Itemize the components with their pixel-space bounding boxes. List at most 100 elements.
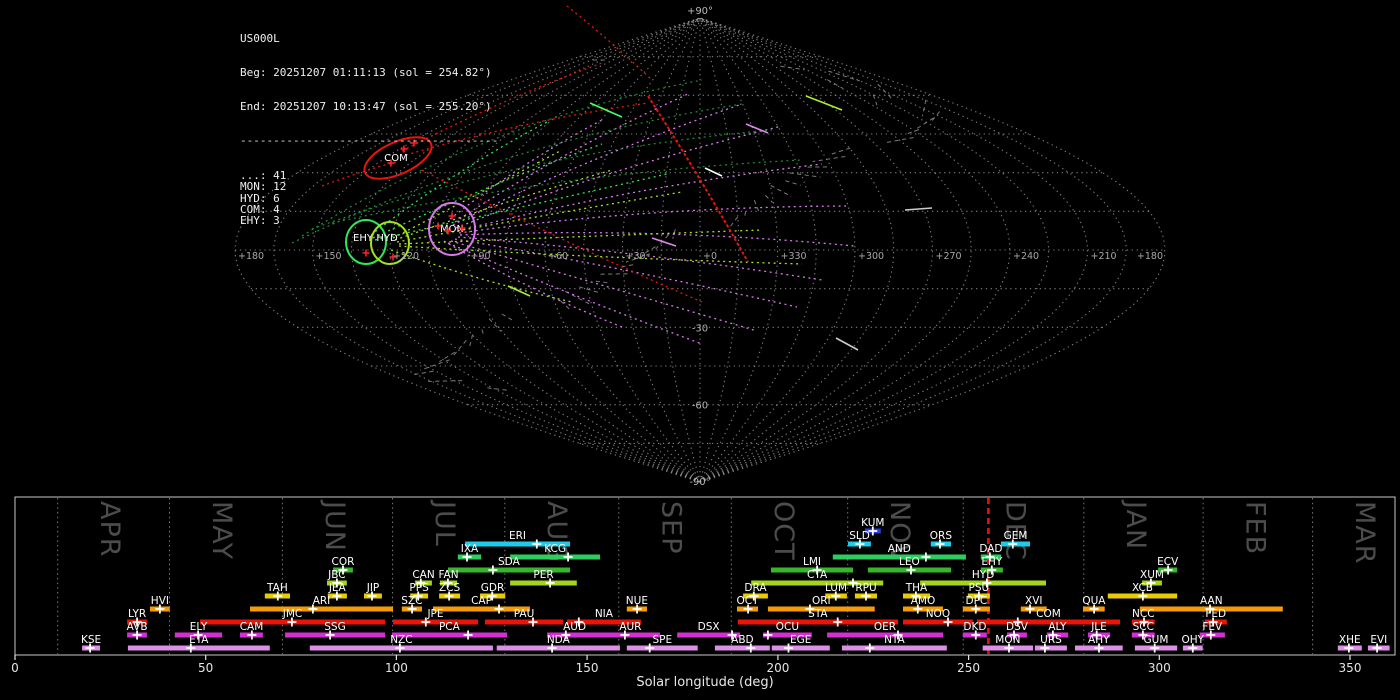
month-label: APR (94, 501, 125, 558)
shower-activity-bar-SZC: SZC (401, 595, 423, 614)
shower-code-label: ORI (812, 595, 831, 607)
equator-longitude-label: +270 (936, 251, 962, 262)
shower-meteor-trail (647, 95, 749, 263)
x-axis-tick-label: 200 (766, 661, 789, 675)
month-label: OCT (768, 501, 799, 561)
shower-code-label: SPE (652, 634, 672, 646)
x-axis-tick-label: 350 (1339, 661, 1362, 675)
shower-code-label: NOO (926, 608, 950, 620)
shower-code-label: COM (1036, 608, 1061, 620)
shower-activity-bar-JEA: JEA (327, 582, 347, 601)
end-time-line: End: 20251207 10:13:47 (sol = 255.20°) (240, 100, 492, 114)
sporadic-meteor-trail (765, 195, 773, 203)
graticule-meridian (699, 17, 895, 483)
sporadic-meteor-trail (785, 180, 801, 186)
graticule-meridian (699, 17, 1127, 483)
shower-count-list: ...: 41 MON: 12 HYD: 6 COM: 4 EHY: 3 (240, 169, 498, 226)
shower-activity-bar-DPC: DPC (962, 595, 990, 614)
equator-longitude-label: +120 (393, 251, 419, 262)
shower-activity-bar-ZCS: ZCS (439, 582, 461, 601)
shower-code-label: AND (888, 543, 911, 555)
shower-activity-bar-AVB: AVB (127, 621, 148, 640)
sporadic-meteor-trail (501, 313, 513, 321)
shower-code-label: NIA (595, 608, 614, 620)
shower-code-label: NTA (884, 634, 905, 646)
equator-longitude-label: +0 (703, 251, 717, 262)
sporadic-meteor-trail (743, 211, 747, 219)
shower-peak-cross (921, 552, 931, 562)
radiant-map-and-activity-plot: COMMONEHY HYD+180 +150 +120 +90 +60 +30 +0 +330 +… (11, 5, 1396, 690)
x-axis-tick-label: 50 (198, 661, 213, 675)
equator-longitude-label: +180 (238, 251, 264, 262)
sporadic-meteor-trail (727, 216, 739, 230)
sporadic-meteor-trail (595, 280, 609, 284)
equator-longitude-label: +210 (1091, 251, 1117, 262)
station-id: US000L (240, 31, 280, 45)
detected-meteor-segment (651, 237, 677, 247)
shower-code-label: LEO (899, 556, 920, 568)
sporadic-meteor-trail (789, 172, 821, 178)
activity-timeline-chart: APR MAY JUN JUL AUG SEP OCT NOV DEC JAN FEB MARKUME… (11, 496, 1396, 690)
latitude-label: -30 (692, 323, 708, 334)
shower-activity-bar-HVI: HVI (150, 595, 170, 614)
shower-activity-bar-SLD: SLD (848, 530, 871, 549)
shower-activity-bar-XCB: XCB (1107, 582, 1178, 601)
shower-peak-cross (488, 565, 498, 575)
equator-longitude-label: +180 (1137, 251, 1163, 262)
shower-activity-bar-ORS: ORS (930, 530, 953, 549)
shower-code-label: ARI (313, 595, 331, 607)
shower-code-label: ALY (1048, 621, 1067, 633)
shower-code-label: IXA (461, 543, 479, 555)
shower-peak-cross (494, 604, 504, 614)
shower-code-label: HYD (972, 569, 994, 581)
shower-code-label: XUM (1140, 569, 1164, 581)
sporadic-meteor-trail (644, 246, 656, 254)
month-label: MAY (206, 501, 237, 560)
sporadic-meteor-trail (828, 70, 860, 82)
shower-activity-bar-CAM: CAM (240, 621, 263, 640)
equator-longitude-label: +60 (548, 251, 568, 262)
equator-longitude-label: +300 (858, 251, 884, 262)
shower-code-label: SSG (324, 621, 345, 633)
shower-code-label: STA (808, 608, 828, 620)
x-axis-tick-label: 300 (1148, 661, 1171, 675)
shower-code-label: JLE (1090, 621, 1107, 633)
shower-activity-bar-GEM: GEM (1001, 530, 1030, 549)
shower-code-label: DAD (979, 543, 1002, 555)
month-label: JUL (429, 499, 460, 547)
sporadic-meteor-trail (770, 185, 792, 197)
equator-longitude-label: +30 (626, 251, 646, 262)
sporadic-meteor-trail (428, 380, 463, 382)
shower-activity-bar-RPU: RPU (854, 582, 877, 601)
shower-code-label: AUR (619, 621, 641, 633)
x-axis-tick-label: 100 (385, 661, 408, 675)
shower-activity-bar-XHE: XHE (1337, 634, 1362, 653)
shower-code-label: OCU (776, 621, 799, 633)
shower-peak-cross (833, 617, 843, 627)
shower-code-label: NDA (547, 634, 571, 646)
sporadic-meteor-trail (618, 264, 634, 268)
info-panel: US000L Beg: 20251207 01:11:13 (sol = 254… (240, 10, 498, 250)
shower-activity-bar-EVI: EVI (1367, 634, 1390, 653)
shower-code-label: LMI (803, 556, 821, 568)
shower-activity-bar-OHY: OHY (1182, 634, 1205, 653)
shower-code-label: URS (1040, 634, 1062, 646)
sporadic-meteor-trail (451, 339, 467, 359)
screenshot-stage: COM MON EHY HYD +180 +150 +120 +90 +60 +30 +0 +330 +… (0, 0, 1400, 700)
equator-longitude-label: +330 (781, 251, 807, 262)
shower-activity-bar-IXA: IXA (457, 543, 482, 562)
detected-meteor-segment (904, 207, 933, 211)
shower-code-label: AMO (911, 595, 936, 607)
shower-activity-bar-OCT: OCT (736, 595, 759, 614)
sporadic-meteor-trail (827, 79, 843, 89)
shower-meteor-trail (454, 238, 798, 308)
shower-activity-bar-KSE: KSE (81, 634, 101, 653)
shower-count-line: MON: 12 (240, 180, 287, 194)
month-label: JUN (319, 499, 350, 552)
shower-code-label: DRA (744, 582, 767, 594)
shower-code-label: JPE (426, 608, 443, 620)
sporadic-meteor-trail (412, 370, 434, 376)
shower-code-label: ORS (930, 530, 953, 542)
month-label: SEP (655, 501, 686, 554)
detected-meteor-segment (704, 167, 723, 177)
